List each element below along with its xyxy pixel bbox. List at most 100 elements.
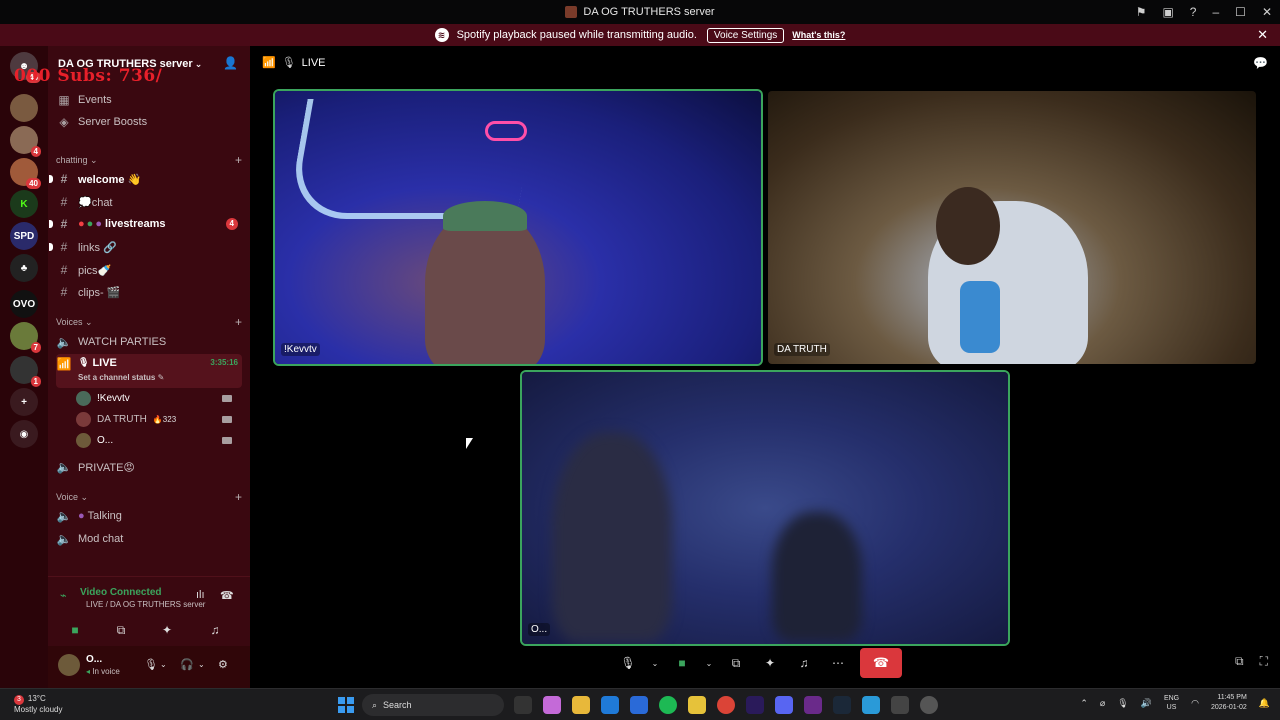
chevron-down-icon[interactable]: ⌄ bbox=[198, 660, 205, 669]
screen-share-icon[interactable]: ⧉ bbox=[724, 651, 748, 675]
add-channel-icon[interactable]: + bbox=[235, 490, 242, 504]
invite-icon[interactable]: 👤 bbox=[223, 56, 238, 70]
maximize-button[interactable]: ☐ bbox=[1235, 5, 1246, 19]
chat-icon[interactable]: 💬 bbox=[1253, 56, 1268, 70]
channel-links[interactable]: # links 🔗 bbox=[49, 237, 242, 257]
start-button[interactable] bbox=[338, 697, 354, 713]
channel-chat[interactable]: # 💭chat bbox=[56, 192, 242, 212]
gear-icon[interactable]: ⚙ bbox=[218, 658, 228, 671]
channel-clips[interactable]: # clips- 🎬 bbox=[56, 282, 242, 302]
app-icon[interactable] bbox=[920, 696, 938, 714]
voice-private[interactable]: 🔈 PRIVATE😡 bbox=[56, 457, 242, 477]
chevron-up-icon[interactable]: ⌃ bbox=[1080, 698, 1088, 709]
discover-button[interactable]: ◉ bbox=[10, 420, 38, 448]
screen-share-button[interactable]: ⧉ bbox=[102, 620, 140, 640]
server-boosts-item[interactable]: ◈ Server Boosts bbox=[56, 112, 242, 132]
language-indicator[interactable]: ENG US bbox=[1164, 694, 1179, 712]
popout-icon[interactable]: ⧉ bbox=[1235, 654, 1244, 669]
voice-talking[interactable]: 🔈 ● Talking bbox=[56, 506, 242, 526]
disconnect-icon[interactable]: ☎ bbox=[220, 589, 234, 602]
inbox-icon[interactable]: ▣ bbox=[1162, 5, 1173, 19]
camera-icon[interactable]: ■ bbox=[670, 651, 694, 675]
server-icon-1[interactable] bbox=[10, 94, 38, 122]
video-tile-kevvtv[interactable]: !Kevvtv bbox=[275, 91, 761, 364]
server-icon-5[interactable]: SPD bbox=[10, 222, 38, 250]
video-tile-o[interactable]: O... bbox=[522, 372, 1008, 644]
channel-welcome[interactable]: # welcome 👋 bbox=[49, 169, 242, 189]
edge-icon[interactable] bbox=[601, 696, 619, 714]
server-icon-6[interactable]: ♣ bbox=[10, 254, 38, 282]
headphones-icon[interactable]: 🎧 bbox=[180, 658, 194, 671]
voice-mod-chat[interactable]: 🔈 Mod chat bbox=[56, 529, 242, 549]
chrome-icon[interactable] bbox=[717, 696, 735, 714]
category-chatting[interactable]: chatting ⌄ + bbox=[56, 150, 242, 170]
user-name[interactable]: O... bbox=[86, 654, 102, 665]
mic-icon[interactable]: 🎙 bbox=[144, 658, 158, 671]
premiere-icon[interactable] bbox=[746, 696, 764, 714]
weather-widget[interactable]: 3 13°C Mostly cloudy bbox=[14, 694, 62, 715]
chevron-down-icon[interactable]: ⌄ bbox=[160, 660, 167, 669]
kick-server-icon[interactable]: K bbox=[10, 190, 38, 218]
app-icon[interactable] bbox=[688, 696, 706, 714]
chevron-down-icon[interactable]: ⌄ bbox=[704, 651, 714, 675]
channel-status[interactable]: Set a channel status ✎ bbox=[78, 373, 164, 382]
fullscreen-icon[interactable]: ⛶ bbox=[1260, 654, 1268, 669]
avatar[interactable] bbox=[58, 654, 80, 676]
server-icon-8[interactable]: 7 bbox=[10, 322, 41, 353]
spotify-icon[interactable] bbox=[659, 696, 677, 714]
clock[interactable]: 11:45 PM 2026-01-02 bbox=[1211, 693, 1247, 713]
file-explorer-icon[interactable] bbox=[572, 696, 590, 714]
add-server-button[interactable]: + bbox=[10, 388, 38, 416]
taskbar-search[interactable]: ⌕ Search bbox=[362, 694, 504, 716]
telegram-icon[interactable] bbox=[862, 696, 880, 714]
noise-suppression-icon[interactable]: ılı bbox=[196, 589, 205, 601]
voice-user-o[interactable]: O... bbox=[76, 430, 242, 450]
activities-button[interactable]: ✦ bbox=[148, 620, 186, 640]
voice-watch-parties[interactable]: 🔈 WATCH PARTIES bbox=[56, 332, 242, 352]
video-tile-da-truth[interactable]: DA TRUTH bbox=[768, 91, 1256, 364]
wifi-icon[interactable]: ◠ bbox=[1191, 698, 1199, 709]
channel-livestreams[interactable]: # ● ● ● livestreams 4 bbox=[49, 214, 242, 234]
voice-user-kevvtv[interactable]: !Kevvtv bbox=[76, 388, 242, 408]
events-item[interactable]: ▦ Events bbox=[56, 90, 242, 110]
server-icon-2[interactable]: 4 bbox=[10, 126, 41, 157]
connection-channel[interactable]: LIVE / DA OG TRUTHERS server bbox=[86, 600, 205, 609]
ovo-server-icon[interactable]: OVO bbox=[10, 290, 38, 318]
copilot-icon[interactable] bbox=[543, 696, 561, 714]
more-icon[interactable]: ⋯ bbox=[826, 651, 850, 675]
steam-icon[interactable] bbox=[833, 696, 851, 714]
category-voices[interactable]: Voices ⌄ + bbox=[56, 312, 242, 332]
network-icon[interactable]: ⌀ bbox=[1100, 698, 1105, 709]
soundboard-icon[interactable]: ♫ bbox=[792, 651, 816, 675]
add-channel-icon[interactable]: + bbox=[235, 315, 242, 329]
chevron-down-icon[interactable]: ⌄ bbox=[650, 651, 660, 675]
add-channel-icon[interactable]: + bbox=[235, 153, 242, 167]
server-icon-3[interactable]: 40 bbox=[10, 158, 41, 189]
whats-this-link[interactable]: What's this? bbox=[792, 30, 845, 40]
minimize-button[interactable]: – bbox=[1212, 5, 1219, 19]
activities-icon[interactable]: ✦ bbox=[758, 651, 782, 675]
voice-settings-button[interactable]: Voice Settings bbox=[706, 27, 785, 43]
discord-icon[interactable] bbox=[775, 696, 793, 714]
voice-user-da-truth[interactable]: DA TRUTH 🔥323 bbox=[76, 409, 242, 429]
task-view-icon[interactable] bbox=[514, 696, 532, 714]
camera-button[interactable]: ■ bbox=[56, 620, 94, 640]
volume-icon[interactable]: 🔊 bbox=[1141, 698, 1152, 709]
end-call-button[interactable]: ☎ bbox=[860, 648, 902, 678]
flag-icon[interactable]: ⚑ bbox=[1136, 5, 1147, 19]
close-window-button[interactable]: ✕ bbox=[1262, 5, 1272, 19]
notification-icon[interactable]: 🔔 bbox=[1259, 698, 1270, 709]
calculator-icon[interactable] bbox=[630, 696, 648, 714]
snipping-tool-icon[interactable] bbox=[891, 696, 909, 714]
channel-pics[interactable]: # pics🍼 bbox=[56, 260, 242, 280]
mic-icon[interactable]: 🎙 bbox=[616, 651, 640, 675]
app-icon[interactable] bbox=[804, 696, 822, 714]
server-icon-9[interactable]: 1 bbox=[10, 356, 41, 387]
category-voice[interactable]: Voice ⌄ + bbox=[56, 487, 242, 507]
voice-live[interactable]: 📶 🎙 LIVE Set a channel status ✎ 3:35:16 bbox=[56, 354, 242, 388]
connection-status[interactable]: Video Connected bbox=[80, 587, 162, 598]
close-icon[interactable]: ✕ bbox=[1257, 27, 1268, 43]
soundboard-button[interactable]: ♫ bbox=[196, 620, 234, 640]
mic-tray-icon[interactable]: 🎙 bbox=[1117, 698, 1128, 709]
help-icon[interactable]: ? bbox=[1190, 5, 1197, 19]
